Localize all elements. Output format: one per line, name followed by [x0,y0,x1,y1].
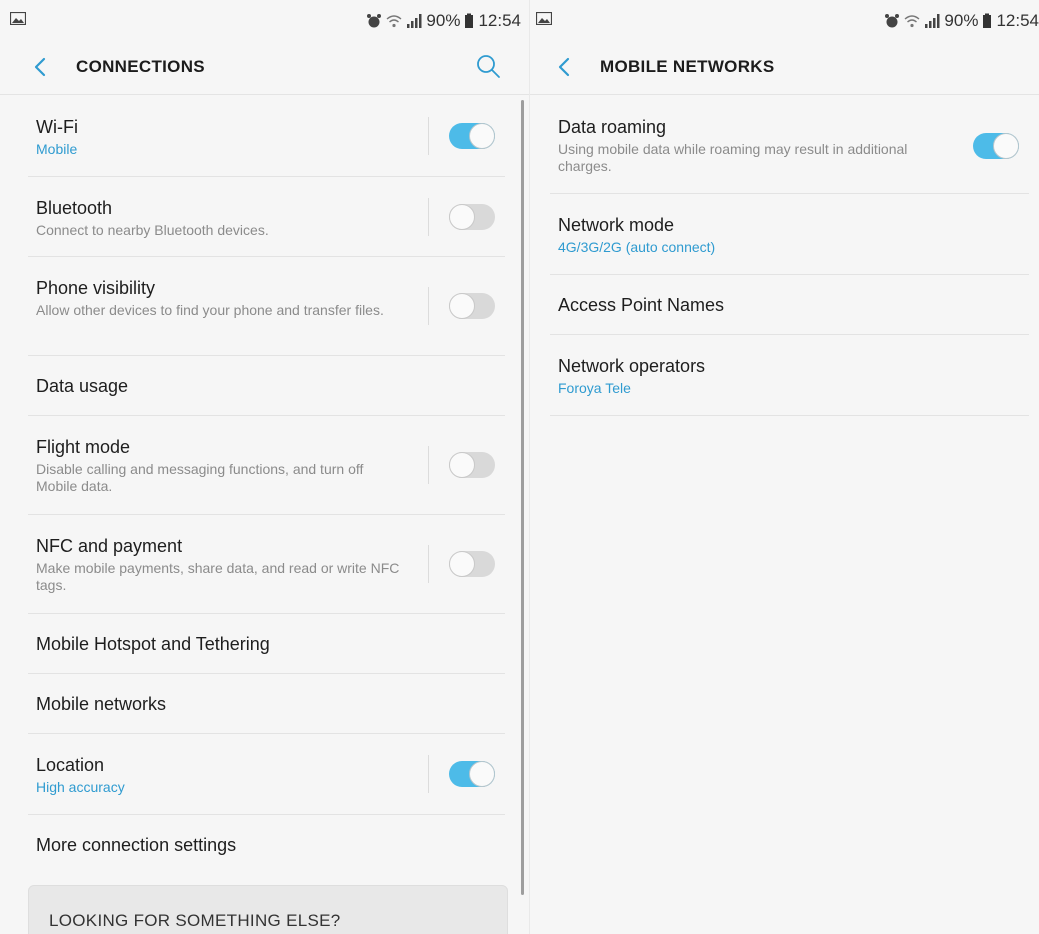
item-title: Data usage [36,376,129,396]
item-subtitle: Make mobile payments, share data, and re… [36,560,400,593]
card-title: LOOKING FOR SOMETHING ELSE? [49,911,341,930]
data-roaming-toggle[interactable] [973,133,1019,159]
list-item-hotspot[interactable]: Mobile Hotspot and Tethering [28,614,505,674]
list-item-data-roaming[interactable]: Data roaming Using mobile data while roa… [550,96,1029,194]
item-title: Mobile networks [36,694,167,714]
list-item-more-connection-settings[interactable]: More connection settings [28,815,505,875]
list-item-data-usage[interactable]: Data usage [28,356,505,416]
app-bar: MOBILE NETWORKS [530,40,1039,95]
connections-list: Wi-Fi Mobile Bluetooth Connect to nearby… [0,96,529,875]
item-subtitle: Mobile [36,141,78,157]
item-title: Bluetooth [36,198,113,218]
alarm-icon [367,14,382,28]
alarm-icon [885,14,900,28]
list-item-flight-mode[interactable]: Flight mode Disable calling and messagin… [28,416,505,515]
list-item-bluetooth[interactable]: Bluetooth Connect to nearby Bluetooth de… [28,177,505,257]
page-title: MOBILE NETWORKS [600,57,775,76]
location-toggle[interactable] [449,761,495,787]
list-item-nfc[interactable]: NFC and payment Make mobile payments, sh… [28,515,505,614]
item-title: Network operators [558,356,706,376]
list-item-network-mode[interactable]: Network mode 4G/3G/2G (auto connect) [550,194,1029,275]
looking-for-something-else-card: LOOKING FOR SOMETHING ELSE? [28,885,508,934]
item-title: More connection settings [36,835,237,855]
list-item-network-operators[interactable]: Network operators Foroya Tele [550,335,1029,416]
list-item-access-point-names[interactable]: Access Point Names [550,275,1029,335]
item-subtitle: Using mobile data while roaming may resu… [558,141,908,174]
signal-icon [407,14,422,28]
divider [428,545,429,583]
gallery-notification-icon [536,12,552,25]
item-title: Flight mode [36,437,131,457]
item-title: Mobile Hotspot and Tethering [36,634,270,654]
gallery-notification-icon [10,12,26,25]
item-title: Wi-Fi [36,117,78,137]
divider [428,198,429,236]
status-bar: 90% 12:54 [530,0,1039,40]
phone-visibility-toggle[interactable] [449,293,495,319]
divider [428,755,429,793]
divider [428,287,429,325]
wifi-icon [386,15,402,28]
item-subtitle: Foroya Tele [558,380,631,396]
mobile-networks-panel: 90% 12:54 MOBILE NETWORKS Data roaming U… [530,0,1039,934]
signal-icon [925,14,940,28]
item-subtitle: Disable calling and messaging functions,… [36,461,364,494]
item-subtitle: Connect to nearby Bluetooth devices. [36,222,269,238]
clock: 12:54 [996,11,1039,30]
item-title: NFC and payment [36,536,183,556]
back-arrow-icon[interactable] [30,56,52,78]
connections-panel: 90% 12:54 CONNECTIONS Wi-Fi Mobile Bluet… [0,0,529,934]
list-item-location[interactable]: Location High accuracy [28,734,505,815]
back-arrow-icon[interactable] [554,56,576,78]
bluetooth-toggle[interactable] [449,204,495,230]
scrollbar[interactable] [521,100,524,895]
item-title: Network mode [558,215,675,235]
mobile-networks-list: Data roaming Using mobile data while roa… [530,96,1039,416]
battery-icon [983,13,992,28]
divider [428,117,429,155]
wifi-toggle[interactable] [449,123,495,149]
flight-mode-toggle[interactable] [449,452,495,478]
item-subtitle: Allow other devices to find your phone a… [36,302,384,318]
list-item-wifi[interactable]: Wi-Fi Mobile [28,96,505,177]
list-item-mobile-networks[interactable]: Mobile networks [28,674,505,734]
item-title: Location [36,755,105,775]
battery-icon [465,13,474,28]
clock: 12:54 [478,11,521,30]
app-bar: CONNECTIONS [0,40,529,95]
search-icon[interactable] [475,53,501,79]
battery-percent: 90% [944,11,979,30]
list-item-phone-visibility[interactable]: Phone visibility Allow other devices to … [28,257,505,356]
item-title: Data roaming [558,117,667,137]
item-title: Phone visibility [36,278,156,298]
status-bar: 90% 12:54 [0,0,529,40]
item-title: Access Point Names [558,295,725,315]
wifi-icon [904,15,920,28]
battery-percent: 90% [426,11,461,30]
divider [428,446,429,484]
nfc-toggle[interactable] [449,551,495,577]
item-subtitle: High accuracy [36,779,125,795]
page-title: CONNECTIONS [76,57,205,76]
item-subtitle: 4G/3G/2G (auto connect) [558,239,716,255]
